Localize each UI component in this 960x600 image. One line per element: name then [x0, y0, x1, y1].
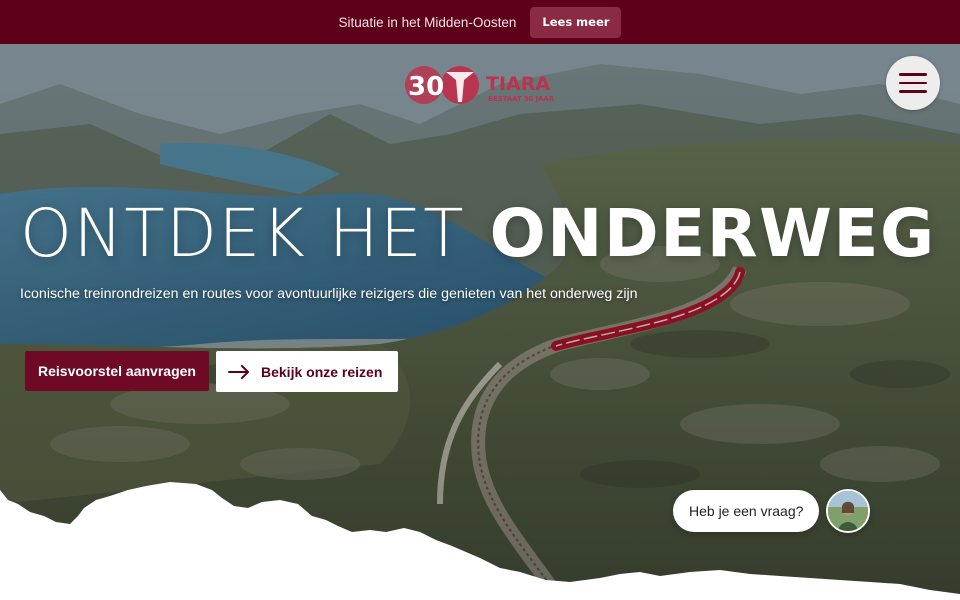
torn-paper-edge: [0, 482, 960, 600]
logo-number: 30: [408, 72, 444, 102]
chat-agent-avatar[interactable]: [826, 489, 870, 533]
headline-light: ONTDEK HET: [20, 195, 466, 272]
hero-section: 30 TIARA BESTAAT 30 JAAR ONTDEK HET ONDE…: [0, 44, 960, 600]
logo-brand: TIARA: [486, 73, 550, 95]
announcement-bar: Situatie in het Midden-Oosten Lees meer: [0, 0, 960, 44]
view-trips-label: Bekijk onze reizen: [261, 363, 383, 380]
logo-tagline: BESTAAT 30 JAAR: [488, 95, 555, 103]
view-trips-button[interactable]: Bekijk onze reizen: [216, 351, 398, 392]
read-more-button[interactable]: Lees meer: [530, 6, 622, 38]
announcement-text: Situatie in het Midden-Oosten: [338, 14, 517, 30]
headline-bold: ONDERWEG: [489, 195, 936, 272]
avatar-photo: [828, 491, 868, 531]
request-proposal-button[interactable]: Reisvoorstel aanvragen: [25, 351, 209, 391]
hamburger-menu-button[interactable]: [886, 56, 940, 110]
hero-headline: ONTDEK HET ONDERWEG: [20, 194, 940, 274]
chat-prompt-bubble[interactable]: Heb je een vraag?: [673, 490, 820, 532]
tiara-logo[interactable]: 30 TIARA BESTAAT 30 JAAR: [404, 64, 560, 106]
hero-subline: Iconische treinrondreizen en routes voor…: [20, 286, 638, 302]
arrow-right-icon: [228, 364, 249, 379]
hamburger-menu-icon: [899, 73, 927, 76]
